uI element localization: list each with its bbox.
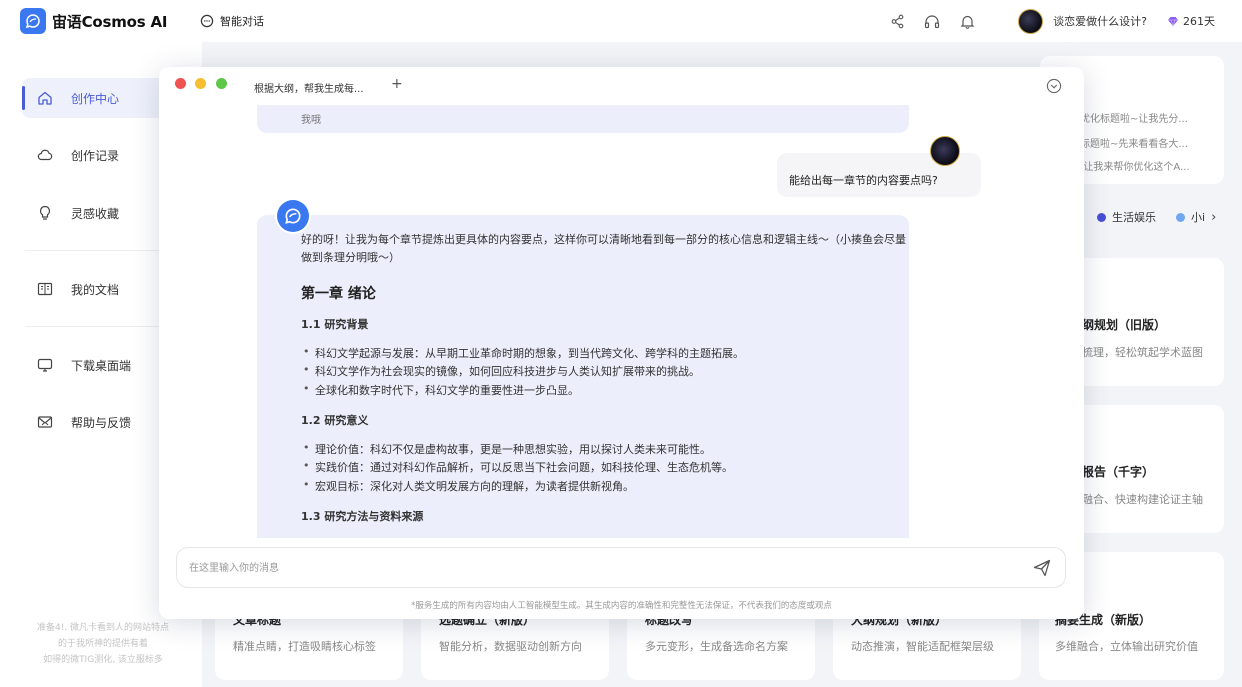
section-heading: 1.2 研究意义: [301, 414, 369, 427]
header-question[interactable]: 谈恋爱做什么设计?: [1053, 13, 1147, 29]
tool-card-desc: 智能分析，数据驱动创新方向: [439, 640, 582, 653]
sidebar-item-label: 创作中心: [71, 91, 120, 106]
sidebar-item-history[interactable]: 创作记录: [22, 135, 172, 175]
book-icon: [36, 280, 54, 298]
sidebar-item-label: 我的文档: [71, 282, 120, 297]
footer-line: 的于我所神的提供有着: [57, 639, 148, 649]
tool-card-title: 纲规划（旧版）: [1082, 318, 1167, 332]
bell-icon[interactable]: [957, 11, 977, 31]
smart-chat-label: 智能对话: [220, 15, 264, 28]
maximize-window-button[interactable]: [216, 78, 227, 89]
footer-line: 准备4!. 微凡卡看到人的网站特点: [36, 623, 170, 633]
tool-card-title: 报告（千字）: [1082, 465, 1155, 479]
chat-messages[interactable]: 我哦 能给出每一章节的内容要点吗? 好的呀！让我为每个章节提炼出更具体的内容要点…: [159, 105, 1084, 538]
sidebar-item-inspiration[interactable]: 灵感收藏: [22, 193, 172, 233]
mail-icon: [36, 413, 54, 431]
bot-message: 好的呀！让我为每个章节提炼出更具体的内容要点，这样你可以清晰地看到每一部分的核心…: [257, 215, 909, 538]
category-chip-more[interactable]: 小i ›: [1176, 209, 1216, 225]
ai-disclaimer: *服务生成的所有内容均由人工智能模型生成。其生成内容的准确性和完整性无法保证，不…: [411, 601, 832, 611]
new-tab-button[interactable]: +: [391, 76, 403, 92]
chevron-down-icon[interactable]: [1046, 78, 1062, 94]
tool-card-desc: 精准点睛，打造吸睛核心标签: [233, 640, 376, 653]
user-message-text: 能给出每一章节的内容要点吗?: [789, 174, 938, 187]
chat-tab[interactable]: 根据大纲，帮我生成每...: [254, 80, 364, 95]
brand-name: 宙语Cosmos AI: [52, 12, 168, 31]
bot-intro-line: 好的呀！让我为每个章节提炼出更具体的内容要点，这样你可以清晰地看到每一部分的核心…: [301, 233, 906, 246]
sidebar-item-label: 帮助与反馈: [71, 415, 132, 430]
list-item: 科幻文学作为社会现实的镜像，如何回应科技进步与人类认知扩展带来的挑战。: [303, 363, 700, 379]
headphones-icon[interactable]: [922, 11, 942, 31]
footer-line: 如得的微TIG测化, 该立服标多: [43, 655, 163, 665]
list-item: 科幻文学起源与发展：从早期工业革命时期的想象，到当代跨文化、跨学科的主题拓展。: [303, 345, 744, 361]
home-icon: [36, 89, 54, 107]
message-input-box[interactable]: [176, 547, 1066, 588]
chat-window-titlebar: 根据大纲，帮我生成每... +: [159, 67, 1084, 105]
list-item: 全球化和数字时代下，科幻文学的重要性进一步凸显。: [303, 382, 579, 398]
chat-bubble-icon: [200, 14, 214, 28]
minimize-window-button[interactable]: [195, 78, 206, 89]
category-dot: [1097, 212, 1106, 222]
tool-card-desc: 融合、快速构建论证主轴: [1082, 493, 1203, 506]
brand[interactable]: 宙语Cosmos AI: [20, 8, 200, 34]
category-dot: [1176, 212, 1185, 222]
sidebar-item-creation-center[interactable]: 创作中心: [22, 78, 172, 118]
section-heading: 1.1 研究背景: [301, 318, 369, 331]
lightbulb-icon: [36, 204, 54, 222]
sidebar-item-my-docs[interactable]: 我的文档: [22, 269, 172, 309]
category-label: 小i: [1191, 211, 1206, 224]
share-icon[interactable]: [887, 11, 907, 31]
previous-message-text: 我哦: [301, 115, 321, 126]
sidebar-item-help[interactable]: 帮助与反馈: [22, 402, 172, 442]
send-icon[interactable]: [1032, 558, 1052, 578]
list-item: 理论价值：科幻不仅是虚构故事，更是一种思想实验，用以探讨人类未来可能性。: [303, 441, 711, 457]
sidebar-item-label: 灵感收藏: [71, 206, 120, 221]
recent-item[interactable]: 题优化标题啦~让我先分...: [1070, 110, 1188, 125]
user-avatar: [930, 136, 960, 166]
previous-bot-message: 我哦: [257, 105, 909, 133]
recent-item[interactable]: n) 让我来帮你优化这个A...: [1070, 158, 1190, 173]
top-right-tools: 谈恋爱做什么设计? 261天: [887, 0, 1242, 42]
monitor-icon: [36, 356, 54, 374]
recent-item[interactable]: 化标题啦~先来看看各大...: [1070, 135, 1188, 150]
gem-count: 261天: [1183, 15, 1215, 28]
chevron-right-icon[interactable]: ›: [1211, 210, 1216, 225]
tool-card-desc: 动态推演，智能适配框架层级: [851, 640, 994, 653]
top-bar: 宙语Cosmos AI 智能对话 谈恋爱做什么设计? 261天: [0, 0, 1242, 42]
message-input[interactable]: [189, 558, 1009, 578]
tool-card-desc: 多维融合，立体输出研究价值: [1055, 640, 1198, 653]
sidebar-item-label: 创作记录: [71, 148, 120, 163]
sidebar-item-label: 下载桌面端: [71, 358, 132, 373]
gem-balance[interactable]: 261天: [1167, 13, 1215, 29]
sidebar-footer: 准备4!. 微凡卡看到人的网站特点 的于我所神的提供有着 如得的微TIG测化, …: [28, 620, 178, 668]
sidebar-item-download[interactable]: 下载桌面端: [22, 345, 172, 385]
diamond-icon: [1167, 16, 1179, 27]
list-item: 宏观目标：深化对人类文明发展方向的理解，为读者提供新视角。: [303, 478, 634, 494]
chapter-heading: 第一章 绪论: [301, 286, 376, 302]
brand-logo-icon: [20, 8, 46, 34]
close-window-button[interactable]: [175, 78, 186, 89]
tool-card-desc: 梳理，轻松筑起学术蓝图: [1082, 346, 1203, 359]
bot-intro-line: 做到条理分明哦～）: [301, 251, 400, 264]
category-chip-lifestyle[interactable]: 生活娱乐: [1097, 209, 1156, 225]
bot-avatar: [277, 200, 309, 232]
smart-chat-link[interactable]: 智能对话: [200, 13, 264, 29]
chat-window: 根据大纲，帮我生成每... + 我哦 能给出每一章节的内容要点吗? 好的呀！让我…: [159, 67, 1084, 619]
tool-card-desc: 多元变形，生成备选命名方案: [645, 640, 788, 653]
sidebar-divider: [25, 250, 175, 251]
list-item: 实践价值：通过对科幻作品解析，可以反思当下社会问题，如科技伦理、生态危机等。: [303, 459, 733, 475]
section-heading: 1.3 研究方法与资料来源: [301, 510, 424, 523]
sidebar-divider: [25, 326, 175, 327]
category-label: 生活娱乐: [1112, 211, 1156, 224]
cloud-icon: [36, 146, 54, 164]
user-avatar-header[interactable]: [1018, 8, 1044, 34]
